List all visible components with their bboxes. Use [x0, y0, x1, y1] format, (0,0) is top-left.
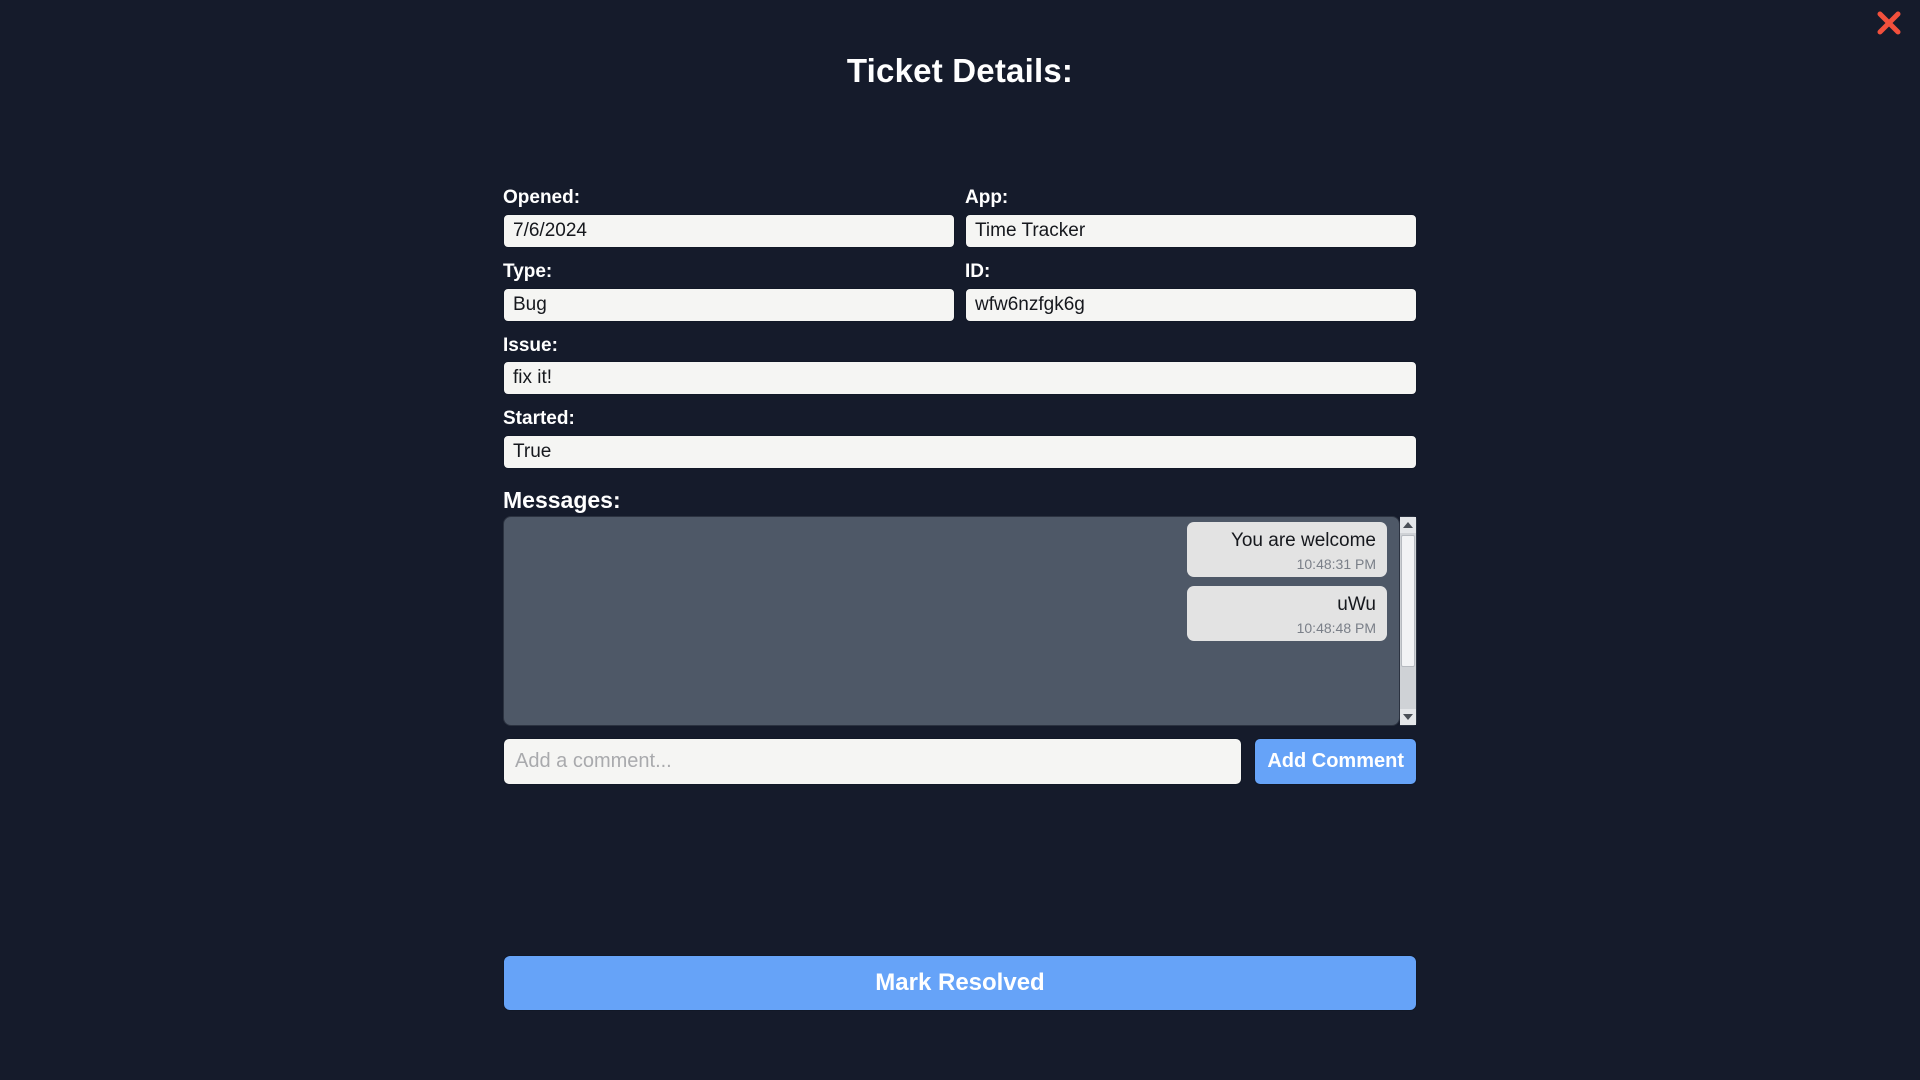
- message-text: You are welcome: [1230, 530, 1376, 551]
- ticket-details-modal: Ticket Details: Opened: 7/6/2024 App: Ti…: [0, 0, 1920, 1080]
- type-field[interactable]: Bug: [503, 287, 955, 322]
- messages-label: Messages:: [503, 487, 621, 513]
- id-label: ID:: [965, 260, 991, 282]
- field-group-id: ID: wfw6nzfgk6g: [965, 260, 1417, 322]
- id-field[interactable]: wfw6nzfgk6g: [965, 287, 1417, 322]
- scroll-down-icon[interactable]: [1400, 709, 1416, 725]
- type-label: Type:: [503, 260, 553, 282]
- messages-scrollbar[interactable]: [1400, 516, 1417, 726]
- field-group-issue: Issue: fix it!: [503, 334, 1417, 396]
- ticket-fields: Opened: 7/6/2024 App: Time Tracker Type:…: [503, 186, 1417, 785]
- opened-label: Opened:: [503, 187, 581, 208]
- message-row: You are welcome 10:48:31 PM: [516, 522, 1387, 577]
- mark-resolved-button[interactable]: Mark Resolved: [503, 955, 1417, 1011]
- messages-section: 10:47:20 PMYou are welcome10:48:31 PMuWu…: [503, 516, 1417, 726]
- started-field[interactable]: True: [503, 435, 1417, 469]
- app-label: App:: [965, 187, 1009, 208]
- field-row-opened-app: Opened: 7/6/2024 App: Time Tracker: [503, 186, 1417, 248]
- message-timestamp: 10:48:31 PM: [1296, 555, 1376, 572]
- app-field[interactable]: Time Tracker: [965, 213, 1417, 248]
- comment-row: Add Comment: [503, 738, 1417, 785]
- page-title: Ticket Details:: [846, 52, 1074, 89]
- add-comment-button[interactable]: Add Comment: [1254, 738, 1417, 785]
- messages-list[interactable]: 10:47:20 PMYou are welcome10:48:31 PMuWu…: [503, 516, 1400, 726]
- close-icon[interactable]: [1872, 6, 1906, 40]
- comment-input[interactable]: [503, 738, 1243, 785]
- field-group-app: App: Time Tracker: [965, 186, 1417, 248]
- message-bubble: uWu 10:48:48 PM: [1187, 585, 1387, 641]
- issue-field[interactable]: fix it!: [503, 361, 1417, 396]
- opened-field[interactable]: 7/6/2024: [503, 213, 955, 248]
- field-group-started: Started: True: [503, 407, 1417, 469]
- field-row-type-id: Type: Bug ID: wfw6nzfgk6g: [503, 260, 1417, 322]
- scrollbar-thumb[interactable]: [1401, 535, 1415, 667]
- field-group-type: Type: Bug: [503, 260, 955, 322]
- message-row: uWu 10:48:48 PM: [516, 585, 1387, 641]
- message-bubble: You are welcome 10:48:31 PM: [1187, 522, 1387, 577]
- message-text: uWu: [1337, 593, 1376, 615]
- started-label: Started:: [503, 408, 575, 430]
- scroll-up-icon[interactable]: [1400, 517, 1416, 533]
- field-group-opened: Opened: 7/6/2024: [503, 186, 955, 248]
- message-timestamp: 10:48:48 PM: [1296, 619, 1376, 636]
- issue-label: Issue:: [503, 334, 558, 356]
